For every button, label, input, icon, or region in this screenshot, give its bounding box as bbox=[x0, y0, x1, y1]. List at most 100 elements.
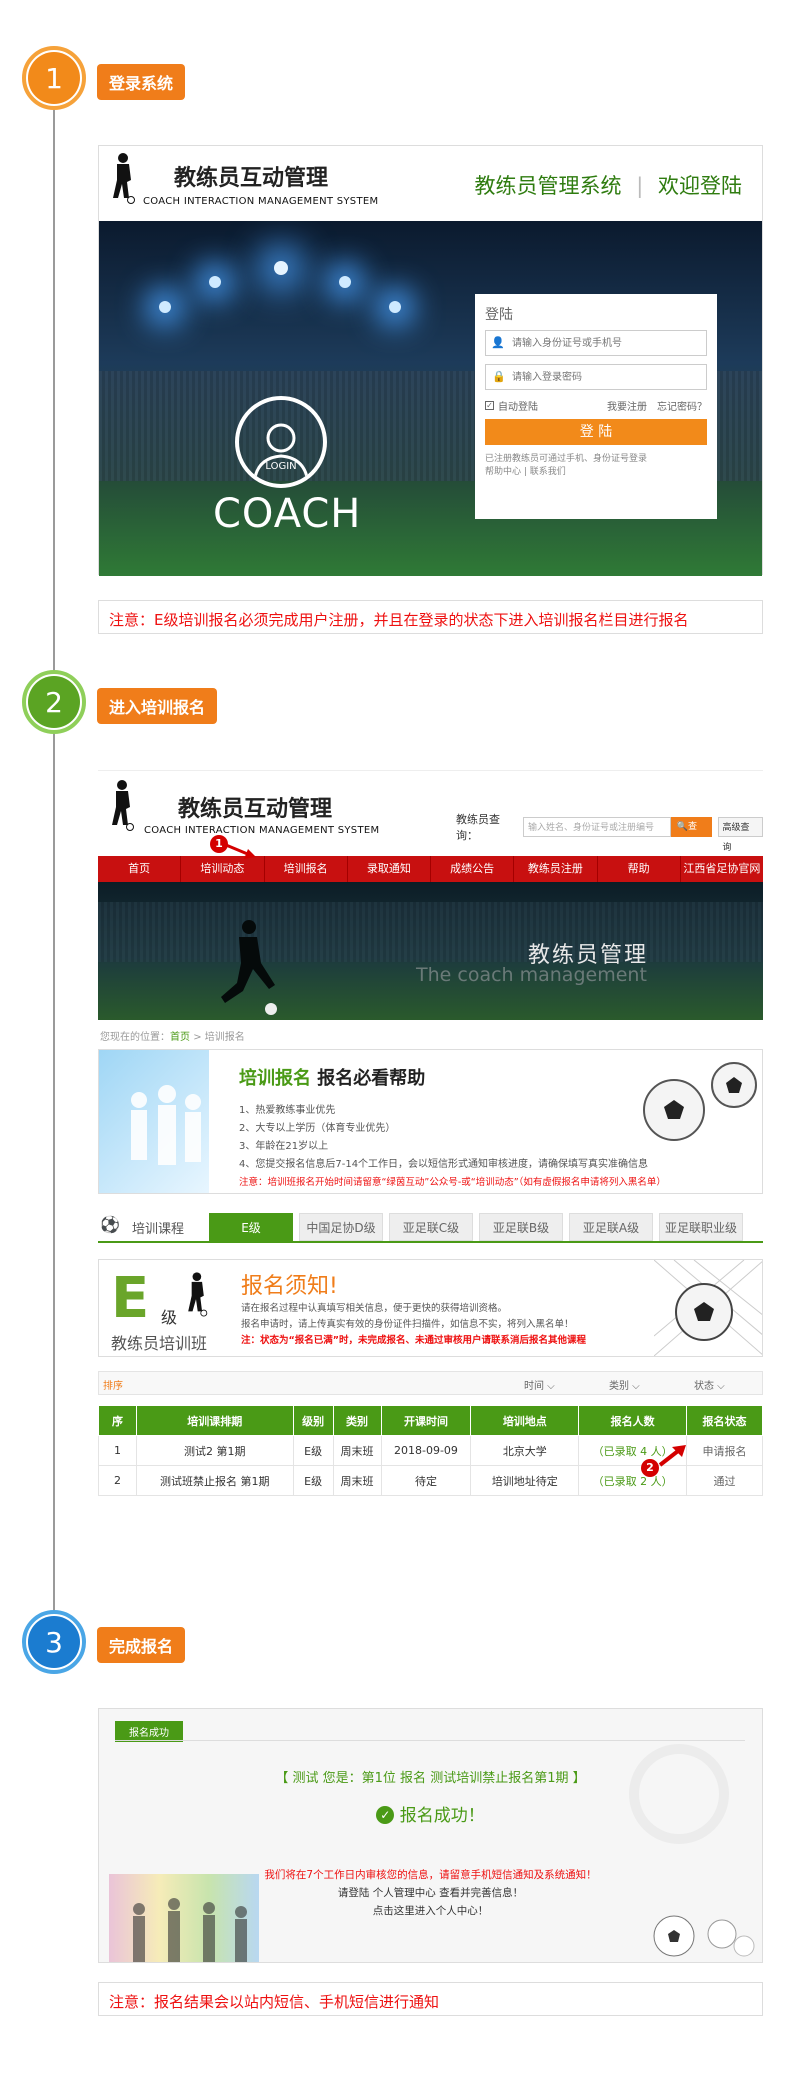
portal-site-title: 教练员互动管理 bbox=[178, 797, 333, 822]
nav-home[interactable]: 首页 bbox=[98, 856, 180, 882]
stadium-banner: LOGIN COACH 登陆 👤 🔒 ✓ 自动登陆 我要注册 忘记密码？ 登 陆… bbox=[99, 221, 762, 576]
search-icon: 🔍 bbox=[676, 822, 688, 832]
note-1: 注意：E级培训报名必须完成用户注册，并且在登录的状态下进入培训报名栏目进行报名 bbox=[98, 600, 763, 634]
course-tabs: ⚽ 培训课程 E级 中国足协D级 亚足联C级 亚足联B级 亚足联A级 亚足联职业级 bbox=[98, 1211, 763, 1243]
welcome-text: 欢迎登陆 bbox=[658, 174, 742, 198]
auto-login-label: 自动登陆 bbox=[498, 402, 538, 413]
portal-site-subtitle: COACH INTERACTION MANAGEMENT SYSTEM bbox=[144, 825, 380, 836]
notice-line-2: 报名申请时，请上传真实有效的身份证件扫描件，如信息不实，将列入黑名单！ bbox=[241, 1319, 574, 1330]
player-logo-icon bbox=[188, 1272, 208, 1317]
step-2-circle: 2 bbox=[22, 670, 86, 734]
check-icon: ✓ bbox=[376, 1806, 395, 1824]
user-icon: 👤 bbox=[491, 336, 505, 349]
advanced-query-button[interactable]: 高级查询 bbox=[717, 817, 763, 853]
player-logo-icon bbox=[112, 780, 134, 831]
login-submit-button[interactable]: 登 陆 bbox=[485, 419, 707, 445]
portal-banner: 教练员管理 The coach management bbox=[98, 882, 763, 1020]
step-3-circle: 3 bbox=[22, 1610, 86, 1674]
timeline-line bbox=[53, 78, 55, 1618]
register-link[interactable]: 我要注册 bbox=[607, 398, 647, 413]
filter-category[interactable]: 类别 ⌵ bbox=[609, 1377, 640, 1392]
help-warning: 注意：培训班报名开始时间请留意“绿茵互动”公众号-或“培训动态”（如有虚假报名申… bbox=[239, 1177, 666, 1188]
table-row: 2 测试班禁止报名 第1期 E级 周末班 待定 培训地址待定 （已录取 2 人） 通过 bbox=[98, 1465, 763, 1496]
notice-e-letter: E bbox=[111, 1266, 150, 1331]
forgot-password-link[interactable]: 忘记密码？ bbox=[657, 398, 707, 413]
help-box: 培训报名 报名必看帮助 1、热爱教练事业优先 2、大专以上学历（体育专业优先） … bbox=[98, 1049, 763, 1194]
notice-box: E 级 教练员培训班 报名须知! 请在报名过程中认真填写相关信息，便于更快的获得… bbox=[98, 1259, 763, 1357]
soccer-balls-icon bbox=[653, 1915, 755, 1957]
arrow-2-icon bbox=[658, 1445, 686, 1467]
apply-button[interactable]: 申请报名 bbox=[686, 1435, 763, 1466]
step-1-label: 登录系统 bbox=[97, 64, 186, 100]
filter-bar: 排序 时间 ⌵ 类别 ⌵ 状态 ⌵ bbox=[98, 1371, 763, 1395]
players-silhouette-icon bbox=[131, 1085, 201, 1165]
login-tip: 已注册教练员可通过手机、身份证号登录 bbox=[485, 454, 648, 464]
success-info-line: 【 测试 您是：第1位 报名 测试培训禁止报名第1期 】 bbox=[275, 1771, 586, 1786]
login-form: 登陆 👤 🔒 ✓ 自动登陆 我要注册 忘记密码？ 登 陆 已注册教练员可通过手机… bbox=[475, 294, 717, 519]
notice-title: 报名须知! bbox=[241, 1274, 338, 1299]
system-name: 教练员管理系统 bbox=[474, 174, 622, 198]
table-header-row: 序 培训课排期 级别 类别 开课时间 培训地点 报名人数 报名状态 bbox=[98, 1405, 763, 1436]
login-form-title: 登陆 bbox=[485, 307, 513, 323]
login-site-title: 教练员互动管理 bbox=[174, 166, 329, 191]
tab-b[interactable]: 亚足联B级 bbox=[479, 1213, 563, 1241]
notice-level: 级 bbox=[161, 1308, 178, 1327]
tab-e[interactable]: E级 bbox=[209, 1213, 293, 1241]
nav-help[interactable]: 帮助 bbox=[596, 856, 680, 882]
sort-label: 排序 bbox=[103, 1381, 123, 1392]
query-input[interactable]: 输入姓名、身份证号或注册编号 bbox=[522, 817, 671, 837]
login-avatar-icon: LOGIN bbox=[235, 396, 327, 488]
nav-scores[interactable]: 成绩公告 bbox=[430, 856, 513, 882]
success-tag: 报名成功 bbox=[115, 1721, 183, 1742]
filter-time[interactable]: 时间 ⌵ bbox=[524, 1377, 555, 1392]
query-button[interactable]: 🔍查询 bbox=[670, 817, 712, 852]
main-nav: 首页 培训动态 培训报名 录取通知 成绩公告 教练员注册 帮助 江西省足协官网 bbox=[98, 856, 763, 882]
player-logo-icon bbox=[113, 153, 135, 204]
tab-d[interactable]: 中国足协D级 bbox=[299, 1213, 383, 1241]
filter-status[interactable]: 状态 ⌵ bbox=[694, 1377, 725, 1392]
coach-query: 教练员查询： 输入姓名、身份证号或注册编号 🔍查询 高级查询 bbox=[456, 811, 763, 853]
arrow-1-icon bbox=[225, 843, 256, 859]
help-contact-links[interactable]: 帮助中心 | 联系我们 bbox=[485, 464, 707, 477]
login-site-subtitle: COACH INTERACTION MANAGEMENT SYSTEM bbox=[143, 196, 379, 207]
tab-a[interactable]: 亚足联A级 bbox=[569, 1213, 653, 1241]
ball-in-net-icon bbox=[654, 1260, 762, 1356]
notice-line-1: 请在报名过程中认真填写相关信息，便于更快的获得培训资格。 bbox=[241, 1303, 508, 1314]
coach-text: COACH bbox=[213, 491, 362, 537]
nav-training-signup[interactable]: 培训报名 bbox=[263, 856, 347, 882]
stadium-lights bbox=[149, 261, 409, 341]
banner-title-en: The coach management bbox=[416, 964, 647, 986]
whistle-player-icon: ⚽ bbox=[100, 1215, 120, 1234]
portal-screenshot: 教练员互动管理 COACH INTERACTION MANAGEMENT SYS… bbox=[98, 770, 763, 1540]
kicking-player-icon bbox=[221, 920, 277, 1015]
login-header-right: 教练员管理系统 | 欢迎登陆 bbox=[474, 174, 742, 198]
marker-2: 2 bbox=[641, 1459, 659, 1477]
lock-icon: 🔒 bbox=[492, 370, 506, 383]
notice-class-name: 教练员培训班 bbox=[111, 1334, 208, 1353]
nav-jiangxi-fa[interactable]: 江西省足协官网 bbox=[679, 856, 763, 882]
step-3-label: 完成报名 bbox=[97, 1627, 186, 1663]
tab-c[interactable]: 亚足联C级 bbox=[389, 1213, 473, 1241]
step-2-label: 进入培训报名 bbox=[97, 688, 218, 724]
breadcrumb-home[interactable]: 首页 bbox=[170, 1032, 190, 1043]
step-1-circle: 1 bbox=[22, 46, 86, 110]
watermark-ball-icon bbox=[629, 1744, 729, 1844]
login-page-screenshot: 教练员互动管理 COACH INTERACTION MANAGEMENT SYS… bbox=[98, 145, 763, 576]
notice-line-3: 注：状态为“报名已满”时，未完成报名、未通过审核用户请联系消后报名其他课程 bbox=[241, 1335, 586, 1346]
auto-login-checkbox[interactable]: ✓ bbox=[485, 401, 494, 410]
success-title: ✓ 报名成功！ bbox=[99, 1801, 762, 1826]
note-2: 注意：报名结果会以站内短信、手机短信进行通知 bbox=[98, 1982, 763, 2016]
breadcrumb: 您现在的位置：首页 > 培训报名 bbox=[100, 1032, 245, 1043]
nav-admission[interactable]: 录取通知 bbox=[346, 856, 430, 882]
tab-pro[interactable]: 亚足联职业级 bbox=[659, 1213, 743, 1241]
id-input[interactable] bbox=[485, 330, 707, 356]
status-passed: 通过 bbox=[686, 1465, 763, 1496]
nav-coach-register[interactable]: 教练员注册 bbox=[513, 856, 596, 882]
help-title: 培训报名 报名必看帮助 bbox=[239, 1068, 426, 1089]
query-label: 教练员查询： bbox=[456, 813, 500, 842]
help-list: 1、热爱教练事业优先 2、大专以上学历（体育专业优先） 3、年龄在21岁以上 4… bbox=[239, 1102, 666, 1192]
password-input[interactable] bbox=[485, 364, 707, 390]
cheering-players-icon bbox=[133, 1898, 247, 1962]
soccer-balls-icon bbox=[643, 1062, 757, 1141]
course-label: 培训课程 bbox=[132, 1222, 185, 1237]
